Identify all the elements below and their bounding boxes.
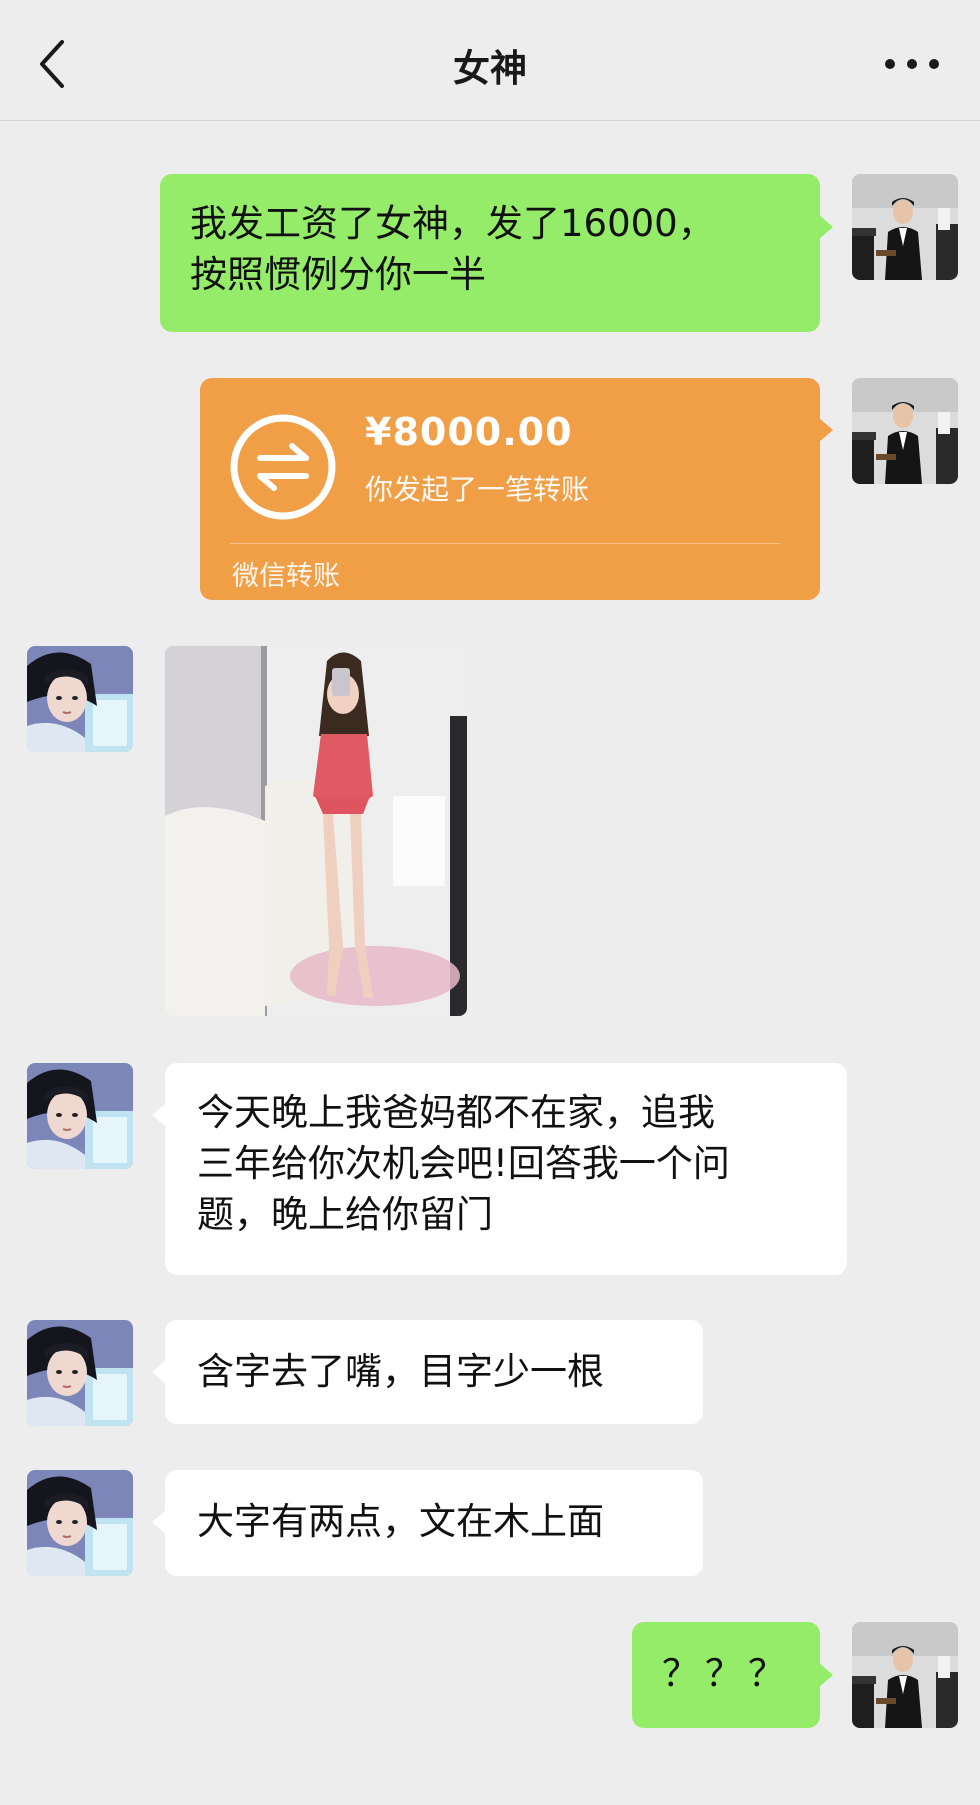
transfer-amount: ¥8000.00 xyxy=(365,410,573,454)
transfer-arrows-icon xyxy=(230,414,336,520)
contact-avatar[interactable] xyxy=(27,1320,133,1426)
top-bar: 女神 xyxy=(0,0,980,121)
chat-title: 女神 xyxy=(453,47,527,90)
message-bubble[interactable]: ？？？ xyxy=(632,1622,833,1728)
message-bubble[interactable]: 含字去了嘴，目字少一根 xyxy=(152,1320,703,1424)
contact-avatar[interactable] xyxy=(27,1470,133,1576)
transfer-footer: 微信转账 xyxy=(232,561,340,592)
transfer-card[interactable]: ¥8000.00 你发起了一笔转账 微信转账 xyxy=(200,378,833,600)
transfer-divider xyxy=(230,543,780,544)
message-text-line: 今天晚上我爸妈都不在家，追我 xyxy=(197,1091,715,1134)
message-text-line: 我发工资了女神，发了16000， xyxy=(190,202,715,245)
message-bubble[interactable]: 我发工资了女神，发了16000， 按照惯例分你一半 xyxy=(160,174,833,332)
shared-photo[interactable] xyxy=(165,646,467,1016)
contact-avatar[interactable] xyxy=(27,646,133,752)
my-avatar[interactable] xyxy=(852,378,958,484)
more-button[interactable] xyxy=(882,46,942,82)
message-text-line: 题，晚上给你留门 xyxy=(197,1193,493,1236)
transfer-note: 你发起了一笔转账 xyxy=(365,473,590,506)
my-avatar[interactable] xyxy=(852,174,958,280)
my-avatar[interactable] xyxy=(852,1622,958,1728)
contact-avatar[interactable] xyxy=(27,1063,133,1169)
message-text-line: 按照惯例分你一半 xyxy=(190,253,486,296)
message-text: ？？？ xyxy=(662,1652,791,1695)
message-bubble[interactable]: 大字有两点，文在木上面 xyxy=(152,1470,703,1576)
message-text: 含字去了嘴，目字少一根 xyxy=(197,1350,604,1393)
message-text: 大字有两点，文在木上面 xyxy=(197,1500,604,1543)
more-dots-icon xyxy=(885,59,939,69)
message-text-line: 三年给你次机会吧!回答我一个问 xyxy=(197,1142,730,1185)
message-bubble[interactable]: 今天晚上我爸妈都不在家，追我 三年给你次机会吧!回答我一个问 题，晚上给你留门 xyxy=(152,1063,847,1275)
